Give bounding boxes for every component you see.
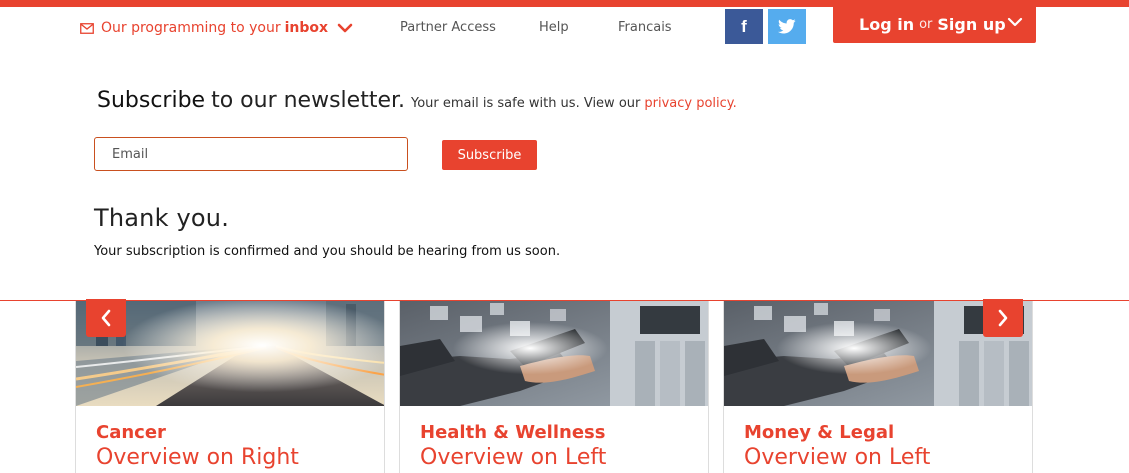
chevron-down-icon xyxy=(337,23,353,33)
email-input[interactable] xyxy=(94,137,408,171)
inbox-label-bold: inbox xyxy=(284,20,329,36)
chevron-down-icon xyxy=(1007,17,1023,27)
thank-you-heading: Thank you. xyxy=(94,204,230,232)
carousel-prev-button[interactable] xyxy=(86,299,126,337)
inbox-label: Our programming to your xyxy=(101,20,281,36)
signup-label: Sign up xyxy=(937,15,1006,34)
twitter-icon xyxy=(778,19,796,34)
chevron-right-icon xyxy=(997,309,1009,327)
inbox-dropdown[interactable]: Our programming to your inbox xyxy=(80,18,353,38)
facebook-button[interactable]: f xyxy=(725,9,763,44)
twitter-button[interactable] xyxy=(768,9,806,44)
card-category[interactable]: Cancer xyxy=(96,422,166,443)
nav-francais[interactable]: Francais xyxy=(618,20,672,35)
card-category[interactable]: Money & Legal xyxy=(744,422,894,443)
card-category[interactable]: Health & Wellness xyxy=(420,422,605,443)
newsletter-heading-rest: to our newsletter. xyxy=(211,88,406,113)
facebook-icon: f xyxy=(741,16,747,36)
newsletter-note: Your email is safe with us. View our xyxy=(411,96,641,111)
card-overview[interactable]: Overview on Left xyxy=(744,445,930,470)
nav-help[interactable]: Help xyxy=(539,20,569,35)
login-label: Log in xyxy=(859,15,915,34)
nav-partner-access[interactable]: Partner Access xyxy=(400,20,496,35)
carousel-next-button[interactable] xyxy=(983,299,1023,337)
login-signup-button[interactable]: Log in or Sign up xyxy=(833,6,1036,43)
subscribe-button[interactable]: Subscribe xyxy=(442,140,537,170)
newsletter-heading: Subscribe to our newsletter. Your email … xyxy=(97,88,737,113)
chevron-left-icon xyxy=(100,309,112,327)
card-overview[interactable]: Overview on Right xyxy=(96,445,299,470)
card-image xyxy=(400,301,708,406)
card-overview[interactable]: Overview on Left xyxy=(420,445,606,470)
privacy-policy-link[interactable]: privacy policy. xyxy=(644,96,736,111)
confirmation-text: Your subscription is confirmed and you s… xyxy=(94,244,561,259)
or-label: or xyxy=(919,17,933,32)
mail-icon xyxy=(80,22,94,34)
newsletter-heading-word: Subscribe xyxy=(97,88,206,113)
category-card-health-wellness[interactable]: Health & Wellness Overview on Left xyxy=(399,301,709,473)
